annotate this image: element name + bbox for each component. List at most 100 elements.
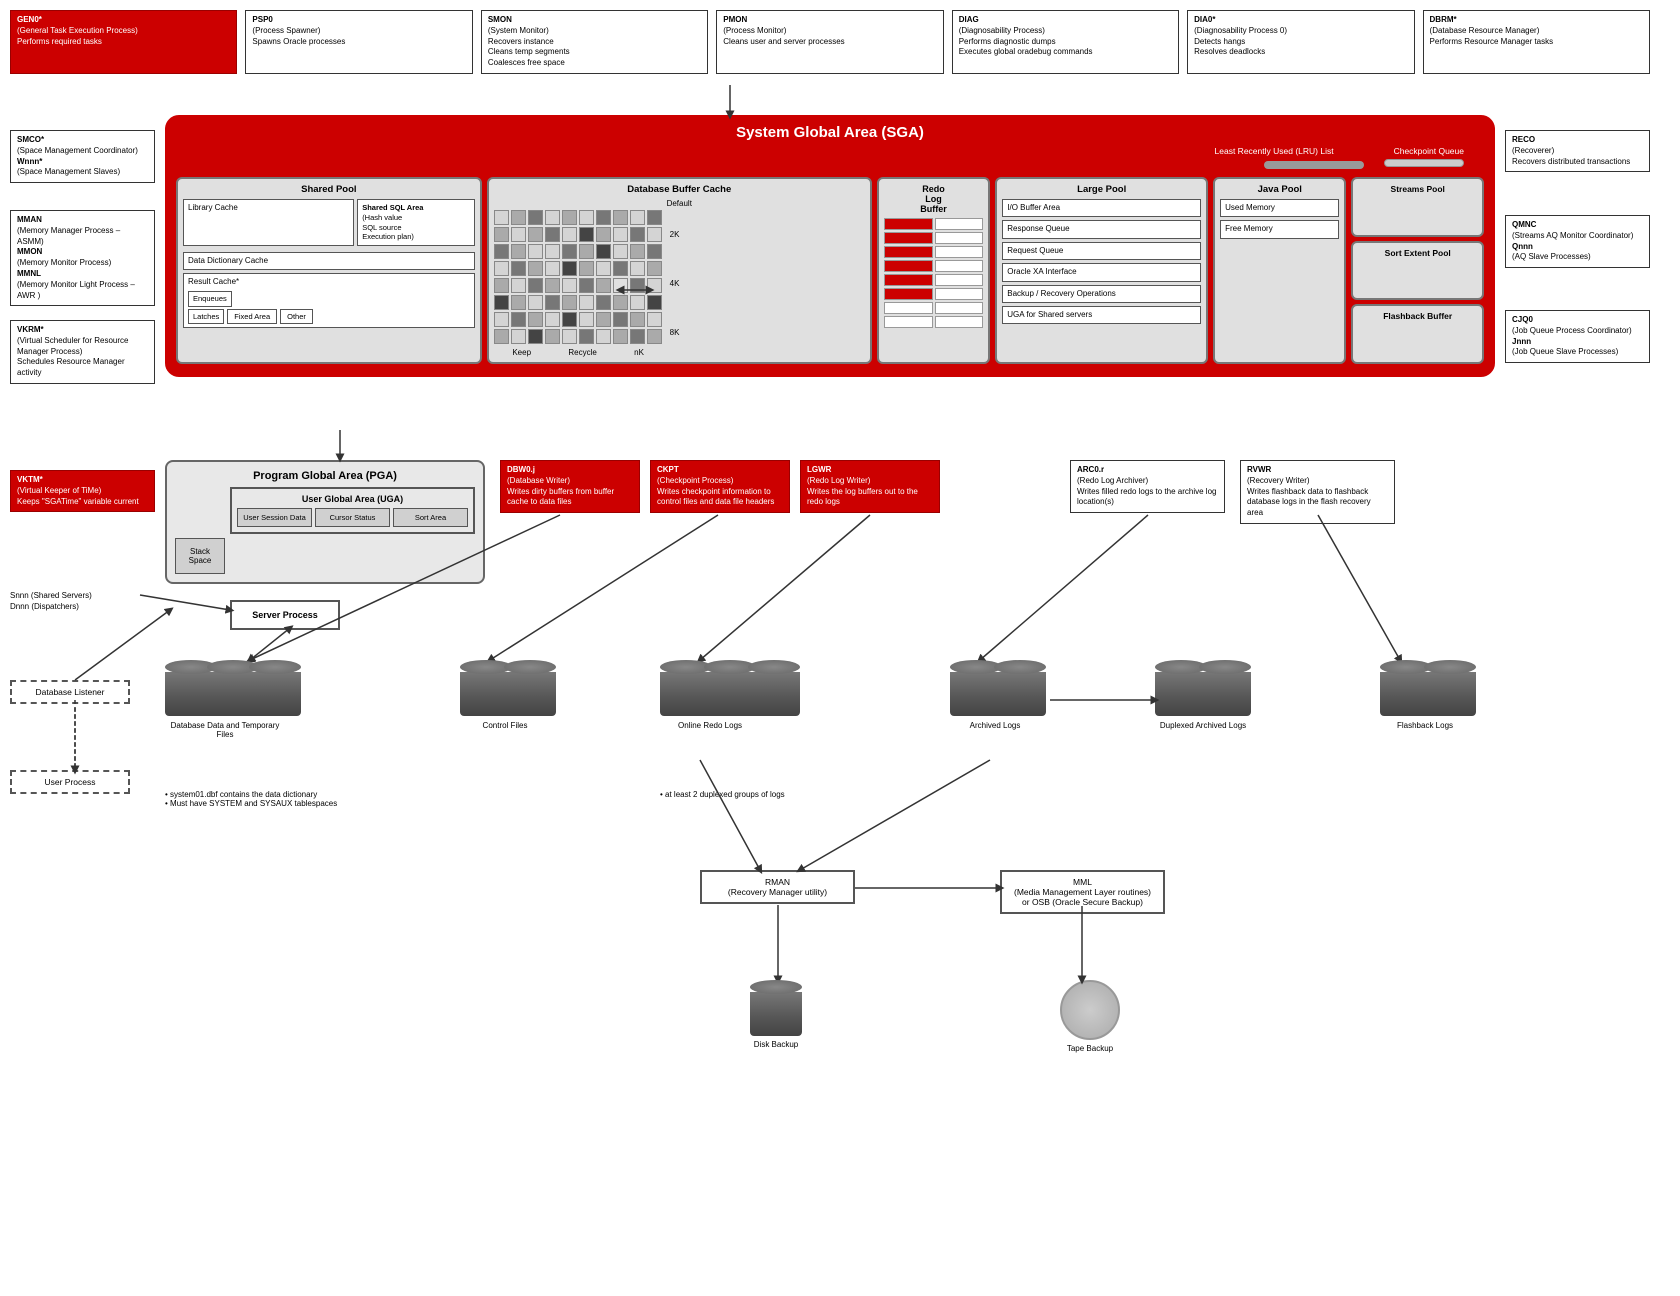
smco-box: SMCO* (Space Management Coordinator) Wnn… — [10, 130, 155, 183]
bc — [596, 295, 611, 310]
bc — [596, 210, 611, 225]
latches-box: Latches — [188, 309, 224, 325]
lru-checkpoint-labels: Least Recently Used (LRU) List Checkpoin… — [176, 146, 1484, 156]
archived-logs-section: Archived Logs — [950, 660, 1046, 730]
dnnn-label: Dnnn — [10, 602, 29, 611]
bc — [579, 261, 594, 276]
bc — [562, 227, 577, 242]
size-8k: 8K — [670, 328, 680, 337]
db-data-cylinders — [165, 660, 301, 716]
diag-label: DIAG — [959, 15, 1172, 26]
dup-cyl-2-top — [1199, 660, 1251, 674]
bc — [579, 312, 594, 327]
snnn-label: Snnn — [10, 591, 29, 600]
rvwr-desc: Writes flashback data to flashback datab… — [1247, 487, 1388, 519]
db-note-1: • system01.dbf contains the data diction… — [165, 790, 337, 799]
bc — [545, 227, 560, 242]
buffer-size-labels: 2K 4K 8K — [666, 210, 680, 357]
wnnn-label: Wnnn* — [17, 157, 42, 166]
bc — [647, 295, 662, 310]
redo-cell — [884, 218, 933, 230]
large-pool: Large Pool I/O Buffer Area Response Queu… — [995, 177, 1208, 364]
bc — [545, 329, 560, 344]
sql-hash: (Hash value — [362, 213, 469, 223]
checkpoint-label: Checkpoint Queue — [1394, 146, 1464, 156]
mml-box: MML (Media Management Layer routines) or… — [1000, 870, 1165, 914]
bc — [545, 312, 560, 327]
bc — [630, 210, 645, 225]
ctrl-cyl-2-top — [504, 660, 556, 674]
bc — [596, 227, 611, 242]
shared-pool: Shared Pool Library Cache Shared SQL Are… — [176, 177, 482, 364]
bc — [511, 295, 526, 310]
pmon-box: PMON (Process Monitor) Cleans user and s… — [716, 10, 943, 74]
latch-fixed-row: Latches Fixed Area Other — [188, 309, 470, 325]
library-sql-row: Library Cache Shared SQL Area (Hash valu… — [183, 199, 475, 249]
vktm-box: VKTM* (Virtual Keeper of TiMe) Keeps "SG… — [10, 470, 155, 512]
bc — [647, 244, 662, 259]
pmon-label: PMON — [723, 15, 936, 26]
gen0-label: GEN0* — [17, 15, 230, 26]
dup-cyl-2 — [1199, 660, 1251, 716]
bc — [562, 312, 577, 327]
bc — [630, 295, 645, 310]
data-dict-label: Data Dictionary Cache — [188, 256, 470, 266]
psp0-subtitle: (Process Spawner) — [252, 26, 465, 37]
redo-cylinders — [660, 660, 800, 716]
db-note-2: • Must have SYSTEM and SYSAUX tablespace… — [165, 799, 337, 808]
disk-backup-section: Disk Backup — [750, 980, 802, 1049]
cyl-3 — [249, 660, 301, 716]
flashback-cylinders — [1380, 660, 1476, 716]
arc0-label: ARC0.r — [1077, 465, 1218, 476]
dbrm-label: DBRM* — [1430, 15, 1643, 26]
redo-cell — [884, 260, 933, 272]
dnnn-box: Dnnn (Dispatchers) — [10, 601, 140, 612]
bc — [647, 261, 662, 276]
redo-cyl-3-top — [748, 660, 800, 674]
bc — [613, 295, 628, 310]
redo-cells — [884, 218, 983, 328]
lru-label: Least Recently Used (LRU) List — [1215, 146, 1334, 156]
lgwr-desc: Writes the log buffers out to the redo l… — [807, 487, 933, 509]
cjq0-label: CJQ0 — [1512, 315, 1533, 324]
bc — [511, 278, 526, 293]
bc — [528, 244, 543, 259]
free-memory-box: Free Memory — [1220, 220, 1339, 238]
pmon-subtitle: (Process Monitor) — [723, 26, 936, 37]
psp0-box: PSP0 (Process Spawner) Spawns Oracle pro… — [245, 10, 472, 74]
control-cylinders — [460, 660, 556, 716]
bc — [494, 210, 509, 225]
bc — [630, 329, 645, 344]
rvwr-subtitle: (Recovery Writer) — [1247, 476, 1388, 487]
mman-label: MMAN — [17, 215, 42, 224]
arch-cyl-2-body — [994, 672, 1046, 716]
bc — [528, 261, 543, 276]
gen0-subtitle: (General Task Execution Process) — [17, 26, 230, 37]
ckpt-to-ctrl-arrow — [490, 515, 718, 660]
duplexed-logs-section: Duplexed Archived Logs — [1155, 660, 1251, 730]
dbw0-box: DBW0.j (Database Writer) Writes dirty bu… — [500, 460, 640, 513]
mml-section: MML (Media Management Layer routines) or… — [1000, 870, 1165, 914]
db-buffer-title: Database Buffer Cache — [494, 184, 865, 195]
lgwr-box: LGWR (Redo Log Writer) Writes the log bu… — [800, 460, 940, 513]
duplexed-logs-label: Duplexed Archived Logs — [1155, 721, 1251, 730]
data-dict-box: Data Dictionary Cache — [183, 252, 475, 270]
cjq0-box: CJQ0 (Job Queue Process Coordinator) Jnn… — [1505, 310, 1650, 363]
reco-label: RECO — [1512, 135, 1535, 144]
java-pool: Java Pool Used Memory Free Memory — [1213, 177, 1346, 364]
bc — [562, 278, 577, 293]
bc — [613, 210, 628, 225]
disk-cyl-body — [750, 992, 802, 1036]
smon-label: SMON — [488, 15, 701, 26]
shared-sql-label: Shared SQL Area — [362, 203, 469, 213]
arch-to-rman-arrow — [800, 760, 990, 870]
redo-cyl-3 — [748, 660, 800, 716]
bc — [528, 312, 543, 327]
nk-label: nK — [634, 348, 644, 357]
vktm-label: VKTM* — [17, 475, 148, 486]
qmnc-subtitle: (Streams AQ Monitor Coordinator) — [1512, 231, 1643, 242]
checkpoint-scrollbar — [1384, 159, 1464, 171]
buffer-grid-main: Keep Recycle nK — [494, 210, 663, 357]
smon-desc: Recovers instance Cleans temp segments C… — [488, 37, 701, 69]
jnnn-label: Jnnn — [1512, 337, 1531, 346]
